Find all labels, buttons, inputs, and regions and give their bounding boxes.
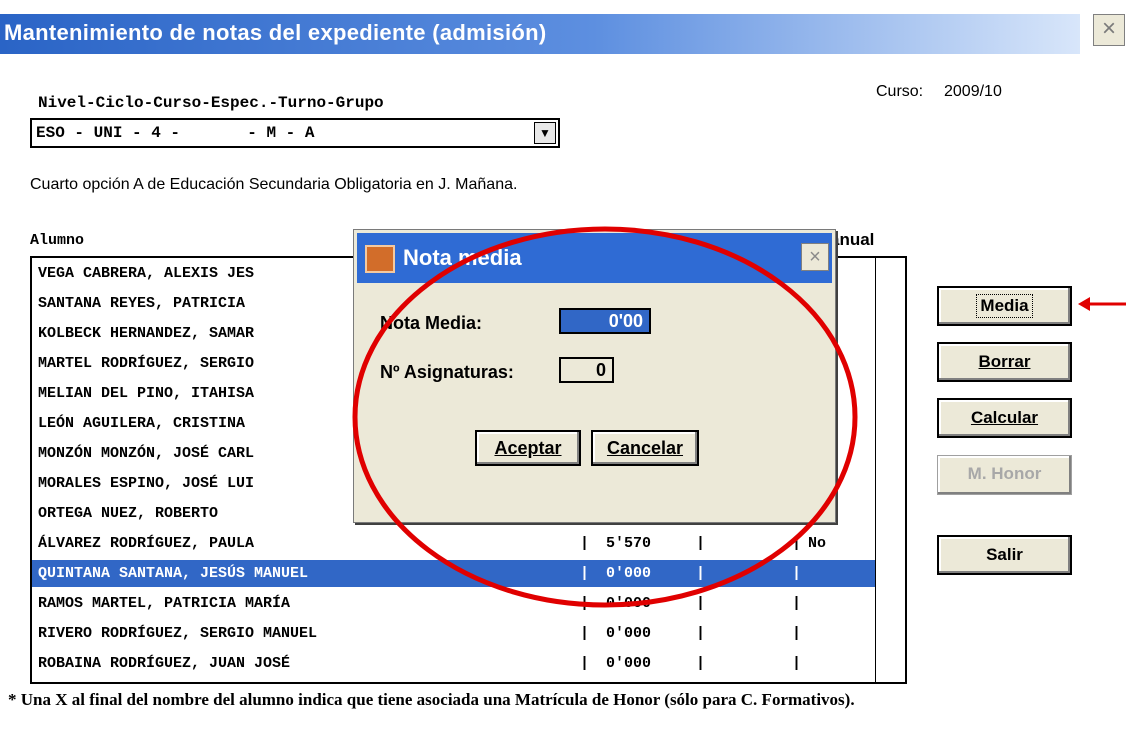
- dialog-title: Nota media: [403, 245, 522, 270]
- curso-value: 2009/10: [944, 83, 1002, 100]
- column-divider: |: [792, 655, 802, 672]
- column-divider: |: [696, 535, 706, 552]
- student-nota: 0'000: [606, 625, 652, 642]
- borrar-button-label: Borrar: [978, 352, 1031, 371]
- list-scroll-separator: [875, 258, 876, 684]
- media-button-label: Media: [976, 294, 1033, 318]
- student-name: RIVERO RODRÍGUEZ, SERGIO MANUEL: [38, 625, 318, 642]
- dialog-titlebar: Nota media ×: [357, 233, 832, 283]
- list-item[interactable]: QUINTANA SANTANA, JESÚS MANUEL | 0'000 | |: [32, 560, 875, 587]
- column-divider: |: [580, 595, 590, 612]
- grupo-description: Cuarto opción A de Educación Secundaria …: [30, 176, 518, 193]
- student-name: QUINTANA SANTANA, JESÚS MANUEL: [38, 565, 309, 582]
- aceptar-button-label: Aceptar: [494, 438, 562, 458]
- cancelar-button-label: Cancelar: [606, 438, 684, 458]
- student-name: MELIAN DEL PINO, ITAHISA: [38, 385, 255, 402]
- borrar-button[interactable]: Borrar: [937, 342, 1072, 382]
- student-name: VEGA CABRERA, ALEXIS JES: [38, 265, 255, 282]
- calcular-button-label: Calcular: [970, 408, 1039, 427]
- window-close-button[interactable]: ×: [1093, 14, 1125, 46]
- footnote: * Una X al final del nombre del alumno i…: [8, 690, 855, 709]
- column-divider: |: [792, 625, 802, 642]
- media-button[interactable]: Media: [937, 286, 1072, 326]
- dialog-close-button[interactable]: ×: [801, 243, 829, 271]
- mhonor-button: M. Honor: [937, 455, 1072, 495]
- list-item[interactable]: ROBAINA RODRÍGUEZ, JUAN JOSÉ | 0'000 | |: [32, 650, 875, 677]
- cancelar-button[interactable]: Cancelar: [591, 430, 699, 466]
- column-divider: |: [696, 655, 706, 672]
- nota-media-field[interactable]: 0'00: [559, 308, 651, 334]
- asignaturas-label: Nº Asignaturas:: [380, 362, 514, 382]
- column-divider: |: [580, 565, 590, 582]
- column-divider: |: [580, 625, 590, 642]
- list-item[interactable]: RIVERO RODRÍGUEZ, SERGIO MANUEL | 0'000 | |: [32, 620, 875, 647]
- student-name: MORALES ESPINO, JOSÉ LUI: [38, 475, 255, 492]
- student-nota: 0'000: [606, 655, 652, 672]
- student-name: MONZÓN MONZÓN, JOSÉ CARL: [38, 445, 255, 462]
- app-icon: [365, 245, 395, 273]
- nota-media-dialog: Nota media × Nota Media: 0'00 Nº Asignat…: [353, 229, 836, 523]
- column-divider: |: [696, 625, 706, 642]
- student-name: ÁLVAREZ RODRÍGUEZ, PAULA: [38, 535, 255, 552]
- column-divider: |: [696, 595, 706, 612]
- aceptar-button[interactable]: Aceptar: [475, 430, 581, 466]
- list-item[interactable]: ÁLVAREZ RODRÍGUEZ, PAULA | 5'570 | | No: [32, 530, 875, 557]
- student-name: LEÓN AGUILERA, CRISTINA: [38, 415, 246, 432]
- window-title: Mantenimiento de notas del expediente (a…: [0, 14, 1080, 54]
- column-header-manual: anual: [830, 230, 875, 249]
- student-nota: 0'000: [606, 565, 652, 582]
- student-name: MARTEL RODRÍGUEZ, SERGIO: [38, 355, 255, 372]
- salir-button[interactable]: Salir: [937, 535, 1072, 575]
- column-header-alumno: Alumno: [30, 232, 85, 249]
- salir-button-label: Salir: [986, 545, 1023, 564]
- column-divider: |: [580, 655, 590, 672]
- nota-media-label: Nota Media:: [380, 313, 483, 333]
- grupo-select[interactable]: ESO - UNI - 4 - - M - A ▼: [30, 118, 560, 148]
- column-divider: |: [792, 535, 802, 552]
- student-name: RAMOS MARTEL, PATRICIA MARÍA: [38, 595, 291, 612]
- student-name: SANTANA REYES, PATRICIA: [38, 295, 246, 312]
- mhonor-button-label: M. Honor: [967, 464, 1042, 483]
- list-item[interactable]: RAMOS MARTEL, PATRICIA MARÍA | 0'000 | |: [32, 590, 875, 617]
- column-divider: |: [580, 535, 590, 552]
- student-nota: 0'000: [606, 595, 652, 612]
- calcular-button[interactable]: Calcular: [937, 398, 1072, 438]
- student-name: ROBAINA RODRÍGUEZ, JUAN JOSÉ: [38, 655, 291, 672]
- student-name: ORTEGA NUEZ, ROBERTO: [38, 505, 219, 522]
- nivel-label: Nivel-Ciclo-Curso-Espec.-Turno-Grupo: [38, 94, 384, 112]
- column-divider: |: [696, 565, 706, 582]
- red-arrow-annotation: [1078, 297, 1126, 311]
- column-divider: |: [792, 595, 802, 612]
- grupo-select-value: ESO - UNI - 4 - - M - A: [36, 124, 315, 142]
- curso-label: Curso:: [876, 83, 924, 100]
- asignaturas-field[interactable]: 0: [559, 357, 614, 383]
- student-matricula-honor: No: [808, 535, 827, 552]
- chevron-down-icon[interactable]: ▼: [534, 122, 556, 144]
- student-nota: 5'570: [606, 535, 652, 552]
- student-name: KOLBECK HERNANDEZ, SAMAR: [38, 325, 255, 342]
- window-titlebar: Mantenimiento de notas del expediente (a…: [0, 0, 1129, 62]
- column-divider: |: [792, 565, 802, 582]
